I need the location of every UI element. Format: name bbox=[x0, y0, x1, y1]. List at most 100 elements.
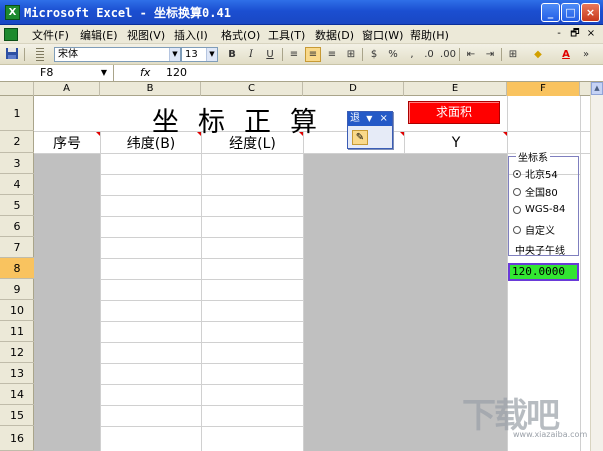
compute-area-button[interactable]: 求面积 bbox=[408, 101, 500, 124]
column-header-a[interactable]: A bbox=[34, 82, 100, 96]
close-icon[interactable]: × bbox=[380, 113, 388, 124]
fill-color-icon[interactable]: ◆ bbox=[530, 47, 546, 62]
percent-button[interactable]: % bbox=[385, 47, 401, 62]
toolbar-options-icon[interactable]: » bbox=[578, 47, 594, 62]
increase-decimal-icon[interactable]: .0 bbox=[421, 47, 437, 62]
grid-line bbox=[100, 300, 303, 301]
menu-format[interactable]: 格式(O) bbox=[221, 27, 260, 43]
underline-button[interactable]: U bbox=[262, 47, 278, 62]
row-header[interactable]: 15 bbox=[0, 405, 34, 426]
doc-minimize-button[interactable]: - bbox=[552, 27, 566, 41]
scroll-up-icon[interactable]: ▲ bbox=[591, 82, 603, 95]
radio-beijing54[interactable]: 北京54 bbox=[513, 166, 558, 181]
column-header-b[interactable]: B bbox=[100, 82, 201, 96]
font-size-combo[interactable]: 13 ▼ bbox=[181, 47, 218, 62]
comma-style-icon[interactable]: , bbox=[404, 47, 420, 62]
header-cell-index[interactable]: 序号 bbox=[34, 132, 100, 153]
borders-icon[interactable]: ⊞ bbox=[505, 47, 521, 62]
radio-icon[interactable] bbox=[513, 225, 521, 234]
chevron-down-icon[interactable]: ▼ bbox=[169, 48, 180, 61]
decrease-indent-icon[interactable]: ⇤ bbox=[463, 47, 479, 62]
font-name-combo[interactable]: 宋体 ▼ bbox=[54, 47, 181, 62]
menu-tools[interactable]: 工具(T) bbox=[268, 27, 305, 43]
menu-help[interactable]: 帮助(H) bbox=[410, 27, 449, 43]
row-header[interactable]: 3 bbox=[0, 153, 34, 174]
menu-data[interactable]: 数据(D) bbox=[315, 27, 354, 43]
floating-toolbar-label: 退 bbox=[350, 113, 360, 124]
chevron-down-icon[interactable]: ▼ bbox=[101, 65, 107, 80]
radio-icon[interactable] bbox=[513, 187, 521, 196]
menu-window[interactable]: 窗口(W) bbox=[362, 27, 403, 43]
row-header[interactable]: 14 bbox=[0, 384, 34, 405]
row-header[interactable]: 13 bbox=[0, 363, 34, 384]
column-header-d[interactable]: D bbox=[303, 82, 404, 96]
row-header[interactable]: 10 bbox=[0, 300, 34, 321]
chevron-down-icon[interactable]: ▼ bbox=[206, 48, 217, 61]
floating-toolbar-header[interactable]: 退 ▼ × bbox=[348, 112, 392, 126]
bold-button[interactable]: B bbox=[224, 47, 240, 62]
merge-center-icon[interactable]: ⊞ bbox=[343, 47, 359, 62]
maximize-button[interactable]: □ bbox=[561, 3, 580, 22]
toolbar-grip-icon[interactable] bbox=[36, 48, 44, 61]
align-center-icon[interactable]: ≡ bbox=[305, 47, 321, 62]
row-header[interactable]: 5 bbox=[0, 195, 34, 216]
brush-icon[interactable]: ✎ bbox=[352, 130, 368, 145]
decrease-decimal-icon[interactable]: .00 bbox=[440, 47, 456, 62]
row-header-selected[interactable]: 8 bbox=[0, 258, 34, 279]
name-box-value: F8 bbox=[40, 66, 54, 79]
save-icon[interactable] bbox=[4, 47, 20, 62]
row-header[interactable]: 12 bbox=[0, 342, 34, 363]
doc-restore-button[interactable]: 🗗 bbox=[568, 27, 582, 41]
row-header[interactable]: 9 bbox=[0, 279, 34, 300]
comment-indicator-icon bbox=[299, 132, 303, 136]
row-header[interactable]: 7 bbox=[0, 237, 34, 258]
gray-region-col-a bbox=[34, 153, 100, 451]
row-header[interactable]: 6 bbox=[0, 216, 34, 237]
central-meridian-cell[interactable]: 120.0000 bbox=[508, 263, 579, 281]
row-header[interactable]: 16 bbox=[0, 426, 34, 451]
column-header-c[interactable]: C bbox=[201, 82, 303, 96]
formula-input[interactable]: 120 bbox=[166, 65, 187, 80]
excel-app-icon[interactable]: X bbox=[5, 5, 20, 20]
row-header[interactable]: 2 bbox=[0, 131, 34, 153]
select-all-corner[interactable] bbox=[0, 82, 34, 96]
column-header-f[interactable]: F bbox=[507, 82, 580, 96]
row-header[interactable]: 4 bbox=[0, 174, 34, 195]
menu-insert[interactable]: 插入(I) bbox=[174, 27, 208, 43]
radio-label: WGS-84 bbox=[525, 204, 566, 215]
toolbar-separator bbox=[459, 48, 460, 61]
radio-selected-icon[interactable] bbox=[513, 169, 521, 178]
vertical-scrollbar[interactable]: ▲ bbox=[590, 82, 603, 451]
align-left-icon[interactable]: ≡ bbox=[286, 47, 302, 62]
increase-indent-icon[interactable]: ⇥ bbox=[482, 47, 498, 62]
insert-function-icon[interactable]: fx bbox=[140, 65, 150, 80]
floating-toolbar: 退 ▼ × ✎ bbox=[347, 111, 393, 149]
minimize-button[interactable]: _ bbox=[541, 3, 560, 22]
document-icon[interactable] bbox=[4, 28, 18, 41]
radio-icon[interactable] bbox=[513, 205, 521, 214]
currency-icon[interactable]: $ bbox=[366, 47, 382, 62]
toolbar-separator bbox=[24, 48, 25, 61]
menu-edit[interactable]: 编辑(E) bbox=[80, 27, 118, 43]
font-name-value: 宋体 bbox=[58, 49, 78, 60]
radio-custom[interactable]: 自定义 bbox=[513, 222, 555, 237]
row-header[interactable]: 11 bbox=[0, 321, 34, 342]
header-cell-latitude[interactable]: 纬度(B) bbox=[101, 132, 201, 153]
radio-xian80[interactable]: 全国80 bbox=[513, 184, 558, 199]
doc-close-button[interactable]: × bbox=[584, 27, 598, 41]
font-color-button[interactable]: A bbox=[558, 47, 574, 62]
column-header-e[interactable]: E bbox=[404, 82, 507, 96]
font-size-value: 13 bbox=[185, 49, 198, 60]
align-right-icon[interactable]: ≡ bbox=[324, 47, 340, 62]
row-header[interactable]: 1 bbox=[0, 96, 34, 131]
chevron-down-icon[interactable]: ▼ bbox=[366, 114, 372, 123]
menu-view[interactable]: 视图(V) bbox=[127, 27, 165, 43]
header-cell-y[interactable]: Y bbox=[405, 132, 507, 153]
header-cell-longitude[interactable]: 经度(L) bbox=[202, 132, 303, 153]
radio-wgs84[interactable]: WGS-84 bbox=[513, 204, 565, 215]
name-box[interactable]: F8 ▼ bbox=[0, 65, 114, 81]
close-button[interactable]: × bbox=[581, 3, 600, 22]
menu-file[interactable]: 文件(F) bbox=[32, 27, 69, 43]
formula-bar: F8 ▼ fx 120 bbox=[0, 65, 603, 82]
italic-button[interactable]: I bbox=[243, 47, 259, 62]
